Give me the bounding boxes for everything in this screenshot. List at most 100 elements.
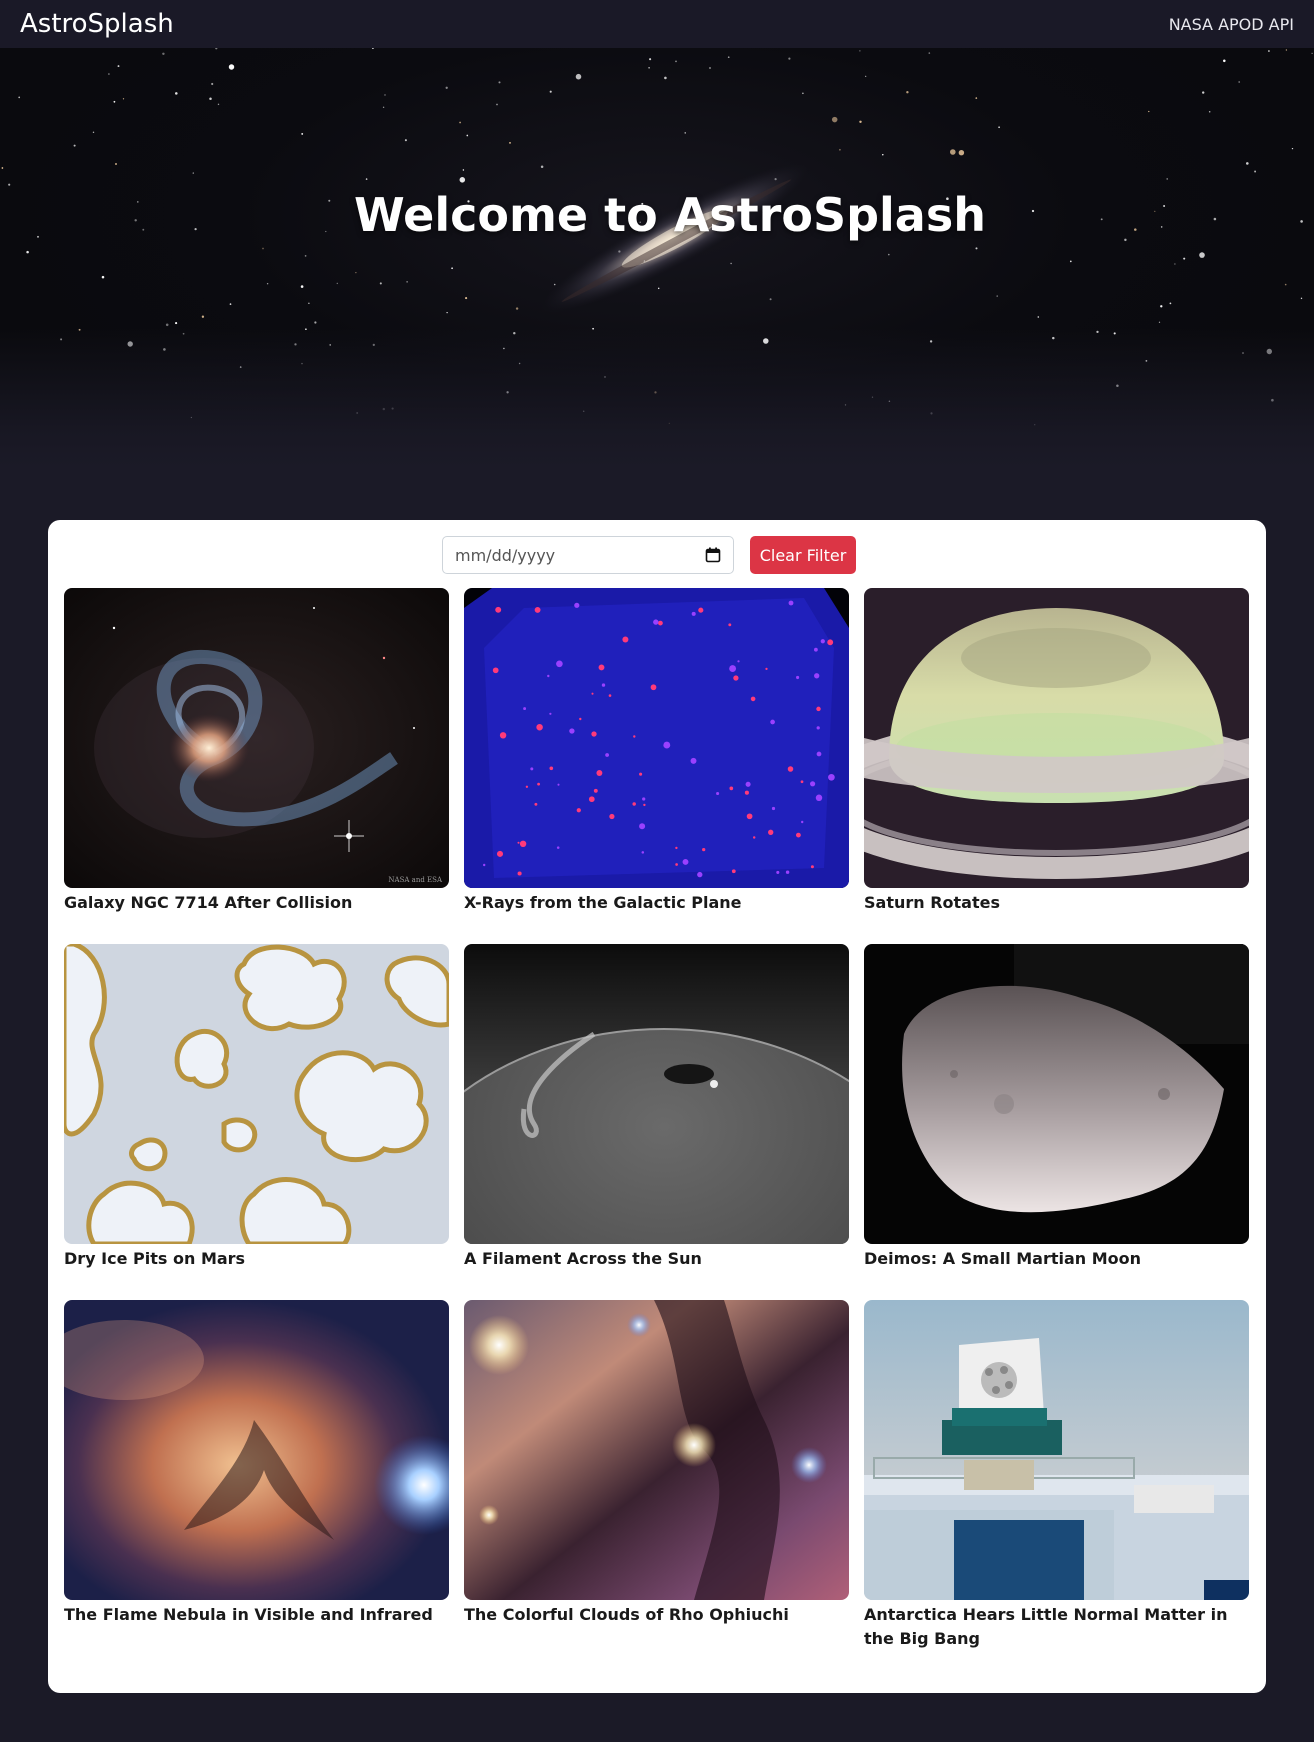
hero-star <box>365 178 368 180</box>
gallery-item[interactable]: Deimos: A Small Martian Moon <box>864 944 1249 1271</box>
hero-star <box>664 76 667 80</box>
gallery-item-title[interactable]: The Colorful Clouds of Rho Ophiuchi <box>464 1603 849 1627</box>
date-placeholder: mm/dd/yyyy <box>455 545 556 565</box>
hero-star <box>958 149 965 156</box>
xray-source <box>800 780 804 784</box>
xray-source <box>601 683 606 687</box>
hero-star <box>113 100 116 103</box>
xray-source <box>643 803 646 807</box>
gallery-item-title[interactable]: The Flame Nebula in Visible and Infrared <box>64 1603 449 1627</box>
gallery-item-title[interactable]: Deimos: A Small Martian Moon <box>864 1247 1249 1271</box>
saturn-rotates-image[interactable] <box>864 588 1249 888</box>
gallery-item[interactable]: X-Rays from the Galactic Plane <box>464 588 849 915</box>
hero-star <box>1037 316 1040 318</box>
calendar-icon[interactable] <box>705 547 721 563</box>
xray-source <box>810 781 816 787</box>
hero-star <box>769 298 772 301</box>
xray-source <box>827 639 834 646</box>
gallery-item[interactable]: A Filament Across the Sun <box>464 944 849 1271</box>
gallery-card: mm/dd/yyyy Clear Filter NASA and ESA Gal… <box>48 520 1266 1693</box>
navbar: AstroSplash NASA APOD API <box>0 0 1314 48</box>
xray-source <box>537 782 541 786</box>
hero-star <box>1 167 4 169</box>
date-filter-input[interactable]: mm/dd/yyyy <box>442 536 734 574</box>
xray-source <box>815 794 823 802</box>
gallery-item[interactable]: Saturn Rotates <box>864 588 1249 915</box>
hero-star <box>549 90 552 93</box>
xray-source <box>605 753 609 757</box>
hero-star <box>26 250 29 254</box>
hero-star <box>859 120 862 124</box>
gallery-item[interactable]: The Colorful Clouds of Rho Ophiuchi <box>464 1300 849 1627</box>
xray-source <box>547 674 550 678</box>
gallery-item-title[interactable]: Saturn Rotates <box>864 891 1249 915</box>
hero-star <box>451 267 453 270</box>
xray-source <box>609 813 615 820</box>
hero-star <box>1169 302 1172 305</box>
xray-source <box>549 712 552 715</box>
hero-star <box>459 177 466 183</box>
xray-source <box>745 781 751 787</box>
hero-star <box>1208 110 1211 113</box>
hero-star <box>192 172 194 174</box>
hero-star <box>301 132 304 135</box>
xray-source <box>682 858 689 865</box>
hero-star <box>1267 50 1270 52</box>
hero-star <box>509 142 511 144</box>
xray-source <box>737 660 740 663</box>
hero-star <box>1199 252 1205 258</box>
xray-source <box>622 636 629 643</box>
xray-source <box>574 602 580 608</box>
hero-star <box>262 247 264 250</box>
hero-star <box>445 86 448 89</box>
gallery-item[interactable]: Dry Ice Pits on Mars <box>64 944 449 1271</box>
hero-star <box>643 260 646 262</box>
gallery-item[interactable]: NASA and ESA Galaxy NGC 7714 After Colli… <box>64 588 449 915</box>
gallery-item[interactable]: Antarctica Hears Little Normal Matter in… <box>864 1300 1249 1651</box>
gallery-item-title[interactable]: Dry Ice Pits on Mars <box>64 1247 449 1271</box>
hero-star <box>266 283 269 285</box>
filament-across-sun-image[interactable] <box>464 944 849 1244</box>
xray-source <box>556 846 560 849</box>
xray-source <box>588 796 595 803</box>
brand-logo[interactable]: AstroSplash <box>20 9 174 39</box>
flame-nebula-image[interactable] <box>64 1300 449 1600</box>
hero-star <box>575 73 582 80</box>
xray-source <box>596 770 603 776</box>
hero-star <box>684 132 686 134</box>
dry-ice-pits-image[interactable] <box>64 944 449 1244</box>
nasa-apod-api-link[interactable]: NASA APOD API <box>1169 15 1294 34</box>
hero-star <box>774 178 777 181</box>
gallery-item-title[interactable]: X-Rays from the Galactic Plane <box>464 891 849 915</box>
hero-star <box>788 57 791 60</box>
hero-star <box>18 96 21 99</box>
hero-star <box>975 97 978 99</box>
hero-star <box>217 103 220 106</box>
xray-source <box>816 751 822 757</box>
gallery-item-title[interactable]: Antarctica Hears Little Normal Matter in… <box>864 1603 1249 1651</box>
xray-source <box>525 785 529 788</box>
hero-banner: Welcome to AstroSplash <box>0 48 1314 468</box>
rho-ophiuchi-image[interactable] <box>464 1300 849 1600</box>
hero-star <box>162 52 165 56</box>
hero-star <box>888 253 890 256</box>
gallery-item-title[interactable]: Galaxy NGC 7714 After Collision <box>64 891 449 915</box>
hero-star <box>928 52 931 54</box>
gallery-item[interactable]: The Flame Nebula in Visible and Infrared <box>64 1300 449 1627</box>
hero-star <box>384 94 386 96</box>
xray-source <box>716 791 720 796</box>
xray-source <box>492 667 499 674</box>
clear-filter-button[interactable]: Clear Filter <box>750 536 856 574</box>
xray-source <box>650 684 657 691</box>
xray-source <box>731 869 736 874</box>
xray-source <box>495 606 502 613</box>
x-rays-galactic-plane-image[interactable] <box>464 588 849 888</box>
gallery-item-title[interactable]: A Filament Across the Sun <box>464 1247 849 1271</box>
xray-source <box>591 692 594 695</box>
xray-source <box>639 772 643 776</box>
hero-star <box>465 297 468 300</box>
xray-source <box>765 667 768 671</box>
deimos-moon-image[interactable] <box>864 944 1249 1244</box>
galaxy-ngc-7714-image[interactable]: NASA and ESA <box>64 588 449 888</box>
antarctica-telescope-image[interactable] <box>864 1300 1249 1600</box>
